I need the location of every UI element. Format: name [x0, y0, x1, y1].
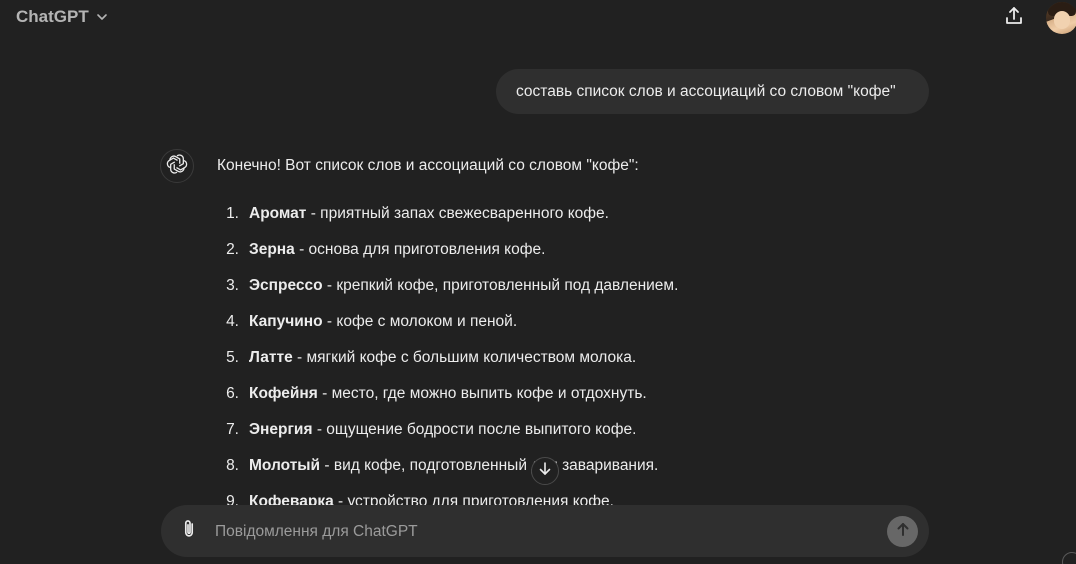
list-item-description: - вид кофе, подготовленный для завариван…	[320, 457, 659, 474]
list-item-description: - мягкий кофе с большим количеством моло…	[292, 349, 637, 366]
list-item-term: Зерна	[249, 241, 295, 258]
list-item-term: Молотый	[249, 457, 321, 474]
list-item-description: - ощущение бодрости после выпитого кофе.	[312, 421, 637, 438]
header: ChatGPT	[0, 0, 1076, 36]
list-item-text: Кофейня - место, где можно выпить кофе и…	[249, 384, 647, 404]
avatar-face	[1054, 11, 1070, 29]
list-item-text: Аромат - приятный запах свежесваренного …	[249, 204, 609, 224]
list-item-number: 1.	[226, 205, 239, 222]
list-item-description: - крепкий кофе, приготовленный под давле…	[322, 277, 679, 294]
list-item-number: 5.	[226, 349, 239, 366]
list-item-number: 4.	[226, 313, 239, 330]
chevron-down-icon	[95, 10, 109, 24]
message-input[interactable]	[213, 519, 877, 545]
list-item-term: Энергия	[249, 421, 313, 438]
user-message-bubble: составь список слов и ассоциаций со слов…	[496, 69, 929, 114]
list-item-description: - приятный запах свежесваренного кофе.	[306, 205, 609, 222]
scroll-to-bottom-button[interactable]	[531, 457, 559, 485]
list-item-text: Латте - мягкий кофе с большим количество…	[249, 348, 636, 368]
share-button[interactable]	[1001, 5, 1027, 31]
arrow-up-icon	[895, 521, 911, 542]
list-item-text: Зерна - основа для приготовления кофе.	[249, 240, 545, 260]
list-item-text: Капучино - кофе с молоком и пеной.	[249, 312, 517, 332]
send-button[interactable]	[887, 516, 918, 547]
list-item-term: Кофейня	[249, 385, 318, 402]
user-message-text: составь список слов и ассоциаций со слов…	[516, 82, 896, 100]
list-item-number: 8.	[226, 457, 239, 474]
attach-button[interactable]	[177, 519, 201, 543]
message-composer	[161, 505, 929, 557]
list-item-description: - место, где можно выпить кофе и отдохну…	[317, 385, 647, 402]
list-item-text: Молотый - вид кофе, подготовленный для з…	[249, 456, 658, 476]
list-item-text: Энергия - ощущение бодрости после выпито…	[249, 420, 636, 440]
help-button[interactable]	[1062, 552, 1076, 564]
model-name: ChatGPT	[16, 7, 89, 26]
list-item-number: 7.	[226, 421, 239, 438]
model-switcher[interactable]: ChatGPT	[16, 7, 109, 27]
arrow-down-icon	[537, 461, 553, 482]
list-item-term: Капучино	[249, 313, 323, 330]
list-item-number: 3.	[226, 277, 239, 294]
list-item-term: Латте	[249, 349, 293, 366]
list-item-term: Эспрессо	[249, 277, 323, 294]
list-item-term: Аромат	[249, 205, 307, 222]
chat-app: ChatGPT составь список слов и ассоциаций…	[0, 0, 1076, 564]
user-avatar[interactable]	[1046, 2, 1076, 34]
share-upload-icon	[1003, 5, 1025, 32]
paperclip-icon	[178, 518, 200, 545]
assistant-intro-text: Конечно! Вот список слов и ассоциаций со…	[217, 157, 639, 174]
list-item-text: Эспрессо - крепкий кофе, приготовленный …	[249, 276, 678, 296]
assistant-avatar	[160, 149, 194, 183]
list-item-number: 6.	[226, 385, 239, 402]
list-item-description: - кофе с молоком и пеной.	[322, 313, 518, 330]
openai-logo-icon	[166, 153, 188, 180]
list-item-number: 2.	[226, 241, 239, 258]
list-item-description: - основа для приготовления кофе.	[294, 241, 546, 258]
